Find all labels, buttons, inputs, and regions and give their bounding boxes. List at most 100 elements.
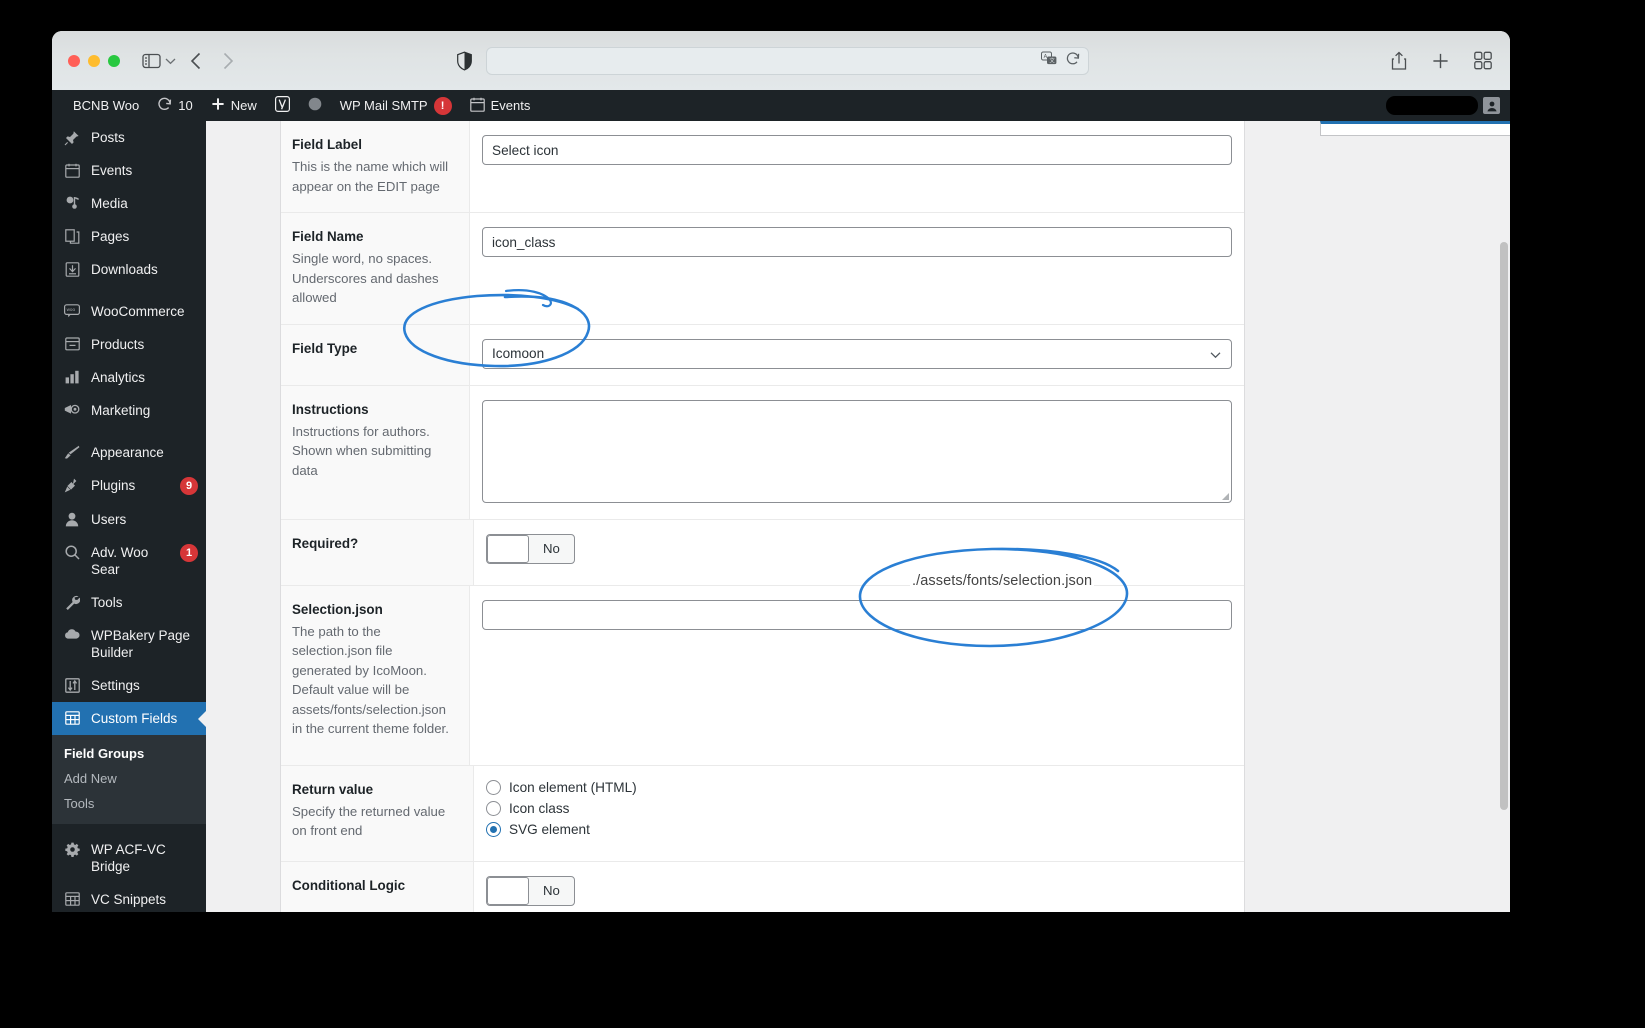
selection-json-title: Selection.json bbox=[292, 601, 383, 617]
adminbar-account-area[interactable]: Howdy, bbox=[1386, 90, 1510, 121]
megaphone-icon bbox=[62, 403, 82, 417]
field-row-label-cell: Field Type bbox=[281, 324, 470, 385]
translate-icon[interactable]: A 文 bbox=[1041, 51, 1057, 70]
sidebar-item-analytics[interactable]: Analytics bbox=[52, 361, 206, 394]
return-value-option-icon-element[interactable]: Icon element (HTML) bbox=[486, 779, 1232, 795]
sidebar-item-label: VC Snippets bbox=[91, 892, 167, 907]
return-value-option-svg-element[interactable]: SVG element bbox=[486, 821, 1232, 837]
search-icon bbox=[62, 545, 82, 560]
sidebar-item-wp-acf-vc-bridge[interactable]: WP ACF-VC Bridge bbox=[52, 833, 206, 883]
tab-overview-icon[interactable] bbox=[1474, 51, 1492, 70]
sidebar-item-label: Tools bbox=[91, 595, 123, 610]
sidebar-item-tools[interactable]: Tools bbox=[52, 586, 206, 619]
adminbar-site-name[interactable]: BCNB Woo bbox=[64, 90, 148, 121]
field-row-field-label: Field Label This is the name which will … bbox=[281, 121, 1244, 213]
required-title: Required? bbox=[292, 535, 359, 551]
minimize-window-button[interactable] bbox=[88, 54, 100, 67]
sidebar-item-label: Marketing bbox=[91, 403, 151, 418]
field-name-input[interactable]: icon_class bbox=[482, 227, 1232, 257]
field-row-input-cell bbox=[470, 385, 1244, 519]
download-icon bbox=[62, 262, 82, 277]
gear-icon bbox=[62, 842, 82, 857]
adminbar-new-content[interactable]: New bbox=[202, 90, 266, 121]
plug-icon bbox=[62, 478, 82, 493]
sidebar-item-pages[interactable]: Pages bbox=[52, 220, 206, 253]
adminbar-events[interactable]: Events bbox=[461, 90, 540, 121]
submenu-item-add-new[interactable]: Add New bbox=[52, 766, 206, 791]
adminbar-updates[interactable]: 10 bbox=[148, 90, 201, 121]
sidebar-item-appearance[interactable]: Appearance bbox=[52, 436, 206, 469]
submenu-item-tools[interactable]: Tools bbox=[52, 791, 206, 816]
field-row-label-cell: Return value Specify the returned value … bbox=[281, 765, 474, 861]
analytics-icon bbox=[62, 370, 82, 384]
calendar-icon bbox=[62, 163, 82, 178]
window-traffic-lights bbox=[68, 54, 120, 67]
sidebar-item-events[interactable]: Events bbox=[52, 154, 206, 187]
sidebar-item-products[interactable]: Products bbox=[52, 328, 206, 361]
updates-icon bbox=[157, 97, 172, 115]
toggle-knob bbox=[487, 534, 529, 563]
privacy-shield-icon[interactable] bbox=[457, 51, 472, 70]
sidebar-item-media[interactable]: Media bbox=[52, 187, 206, 220]
sidebar-item-label: Downloads bbox=[91, 262, 158, 277]
sidebar-item-adv-woo-search[interactable]: Adv. Woo Sear 1 bbox=[52, 536, 206, 586]
conditional-logic-toggle[interactable]: No bbox=[486, 875, 575, 906]
main-content: Field Label This is the name which will … bbox=[206, 121, 1510, 912]
adminbar-comments[interactable] bbox=[299, 90, 331, 121]
submenu-item-field-groups[interactable]: Field Groups bbox=[52, 741, 206, 766]
woo-icon: woo bbox=[62, 304, 82, 318]
right-sidebar-column bbox=[1320, 121, 1510, 136]
selection-json-input[interactable] bbox=[482, 599, 1232, 630]
sidebar-item-users[interactable]: Users bbox=[52, 503, 206, 536]
sidebar-item-downloads[interactable]: Downloads bbox=[52, 253, 206, 286]
forward-icon[interactable] bbox=[222, 52, 234, 70]
field-row-label-cell: Instructions Instructions for authors. S… bbox=[281, 385, 470, 519]
new-tab-icon[interactable] bbox=[1432, 52, 1449, 69]
maximize-window-button[interactable] bbox=[108, 54, 120, 67]
field-row-input-cell: No bbox=[474, 861, 1244, 912]
grid-icon bbox=[62, 711, 82, 725]
back-icon[interactable] bbox=[190, 52, 202, 70]
return-value-option-icon-class[interactable]: Icon class bbox=[486, 800, 1232, 816]
field-label-input[interactable]: Select icon bbox=[482, 135, 1232, 165]
share-icon[interactable] bbox=[1391, 51, 1407, 70]
sidebar-item-wpbakery-page-builder[interactable]: WPBakery Page Builder bbox=[52, 619, 206, 669]
reload-icon[interactable] bbox=[1066, 51, 1080, 70]
instructions-textarea[interactable] bbox=[482, 399, 1232, 503]
comment-bubble-icon bbox=[308, 97, 322, 114]
field-row-input-cell: Icon element (HTML) Icon class SVG eleme… bbox=[474, 765, 1244, 861]
annotation-selection-json-text: ./assets/fonts/selection.json bbox=[910, 572, 1095, 590]
sidebar-item-marketing[interactable]: Marketing bbox=[52, 394, 206, 427]
sidebar-item-label: Posts bbox=[91, 130, 125, 145]
field-type-title: Field Type bbox=[292, 340, 358, 356]
sidebar-item-woocommerce[interactable]: woo WooCommerce bbox=[52, 295, 206, 328]
sidebar-separator bbox=[52, 427, 206, 436]
scrollbar-thumb[interactable] bbox=[1500, 242, 1508, 810]
close-window-button[interactable] bbox=[68, 54, 80, 67]
sidebar-item-plugins[interactable]: Plugins 9 bbox=[52, 469, 206, 503]
instructions-title: Instructions bbox=[292, 401, 369, 417]
required-toggle[interactable]: No bbox=[486, 533, 575, 564]
address-bar[interactable]: A 文 bbox=[486, 46, 1089, 75]
sidebar-toggle-icon[interactable] bbox=[142, 53, 161, 69]
field-row-label-cell: Required? bbox=[281, 519, 474, 585]
field-row-input-cell: Select icon bbox=[470, 121, 1244, 212]
field-row-label-cell: Conditional Logic bbox=[281, 861, 474, 912]
sidebar-item-settings[interactable]: Settings bbox=[52, 669, 206, 702]
sidebar-item-label: Events bbox=[91, 163, 133, 178]
adminbar-yoast[interactable] bbox=[266, 90, 299, 121]
sidebar-item-posts[interactable]: Posts bbox=[52, 121, 206, 154]
adminbar-wp-mail-smtp[interactable]: WP Mail SMTP ! bbox=[331, 90, 461, 121]
sidebar-item-custom-fields[interactable]: Custom Fields bbox=[52, 702, 206, 735]
field-name-description: Single word, no spaces. Underscores and … bbox=[292, 251, 439, 305]
page-scrollbar[interactable] bbox=[1500, 121, 1508, 912]
custom-fields-submenu: Field Groups Add New Tools bbox=[52, 735, 206, 824]
chevron-down-icon[interactable] bbox=[165, 57, 176, 65]
publish-metabox bbox=[1320, 121, 1510, 136]
field-type-select[interactable]: Icomoon bbox=[482, 338, 1232, 369]
field-settings-panel: Field Label This is the name which will … bbox=[280, 121, 1245, 912]
field-row-field-type: Field Type Icomoon bbox=[281, 324, 1244, 386]
products-icon bbox=[62, 337, 82, 351]
required-toggle-label: No bbox=[543, 541, 560, 556]
sidebar-item-vc-snippets[interactable]: VC Snippets bbox=[52, 883, 206, 912]
